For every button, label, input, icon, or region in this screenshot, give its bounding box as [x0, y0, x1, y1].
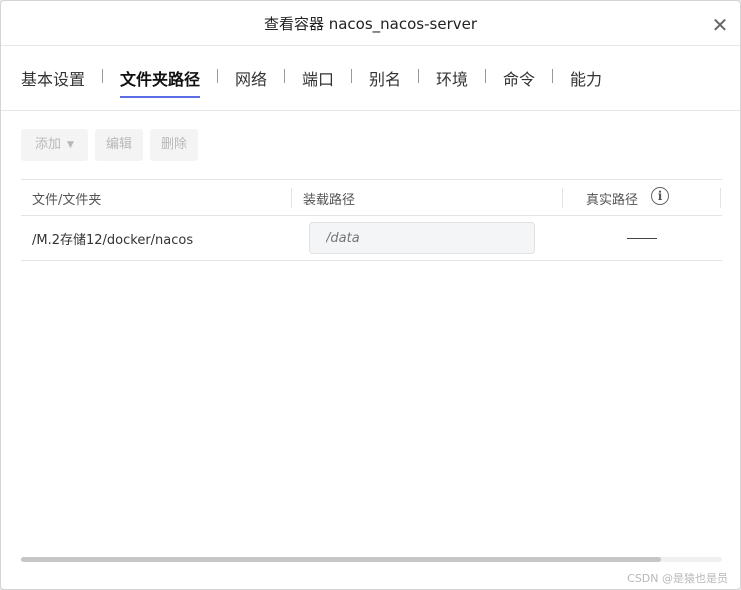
horizontal-scrollbar-track[interactable]: [21, 557, 722, 562]
tab-network[interactable]: 网络: [235, 66, 267, 90]
tab-ports[interactable]: 端口: [302, 66, 334, 90]
edit-button[interactable]: 编辑: [95, 129, 143, 161]
tab-separator: [217, 69, 218, 83]
tab-folder-paths[interactable]: 文件夹路径: [120, 66, 201, 98]
table-row: /M.2存储12/docker/nacos: [21, 215, 722, 261]
tab-separator: [284, 69, 285, 83]
column-header-mount-path: 装载路径: [303, 193, 356, 208]
tab-alias[interactable]: 别名: [369, 66, 401, 90]
tab-separator: [552, 69, 553, 83]
info-icon[interactable]: i: [651, 187, 669, 205]
horizontal-scrollbar-thumb[interactable]: [21, 557, 661, 562]
add-button-label: 添加: [35, 137, 62, 152]
dialog-title: 查看容器 nacos_nacos-server: [263, 15, 478, 33]
caret-down-icon: ▼: [67, 140, 74, 150]
column-divider[interactable]: [562, 188, 563, 208]
tab-separator: [418, 69, 419, 83]
column-divider[interactable]: [720, 188, 721, 208]
column-header-file: 文件/文件夹: [32, 193, 102, 208]
delete-button[interactable]: 删除: [150, 129, 198, 161]
tab-basic-settings[interactable]: 基本设置: [21, 66, 85, 90]
column-divider[interactable]: [291, 188, 292, 208]
tab-capabilities[interactable]: 能力: [570, 66, 602, 90]
real-path-empty-dash: [627, 238, 657, 239]
column-header-real-path: 真实路径: [586, 193, 639, 208]
tab-command[interactable]: 命令: [503, 66, 535, 90]
tab-separator: [485, 69, 486, 83]
dialog-titlebar: 查看容器 nacos_nacos-server ✕: [1, 1, 740, 46]
tab-separator: [351, 69, 352, 83]
table-header: 文件/文件夹 装载路径 真实路径 i: [21, 179, 722, 216]
file-path-cell: /M.2存储12/docker/nacos: [32, 233, 194, 248]
close-icon[interactable]: ✕: [710, 15, 730, 35]
folder-path-table: 文件/文件夹 装载路径 真实路径 i /M.2存储12/docker/nacos: [21, 179, 722, 261]
mount-path-input[interactable]: [309, 222, 535, 254]
container-detail-dialog: 查看容器 nacos_nacos-server ✕ 基本设置 文件夹路径 网络 …: [0, 0, 741, 590]
tab-separator: [102, 69, 103, 83]
tab-environment[interactable]: 环境: [436, 66, 468, 90]
add-button[interactable]: 添加 ▼: [21, 129, 88, 161]
watermark: CSDN @是猿也是员: [627, 572, 728, 585]
tab-bar: 基本设置 文件夹路径 网络 端口 别名 环境 命令 能力: [1, 46, 740, 111]
